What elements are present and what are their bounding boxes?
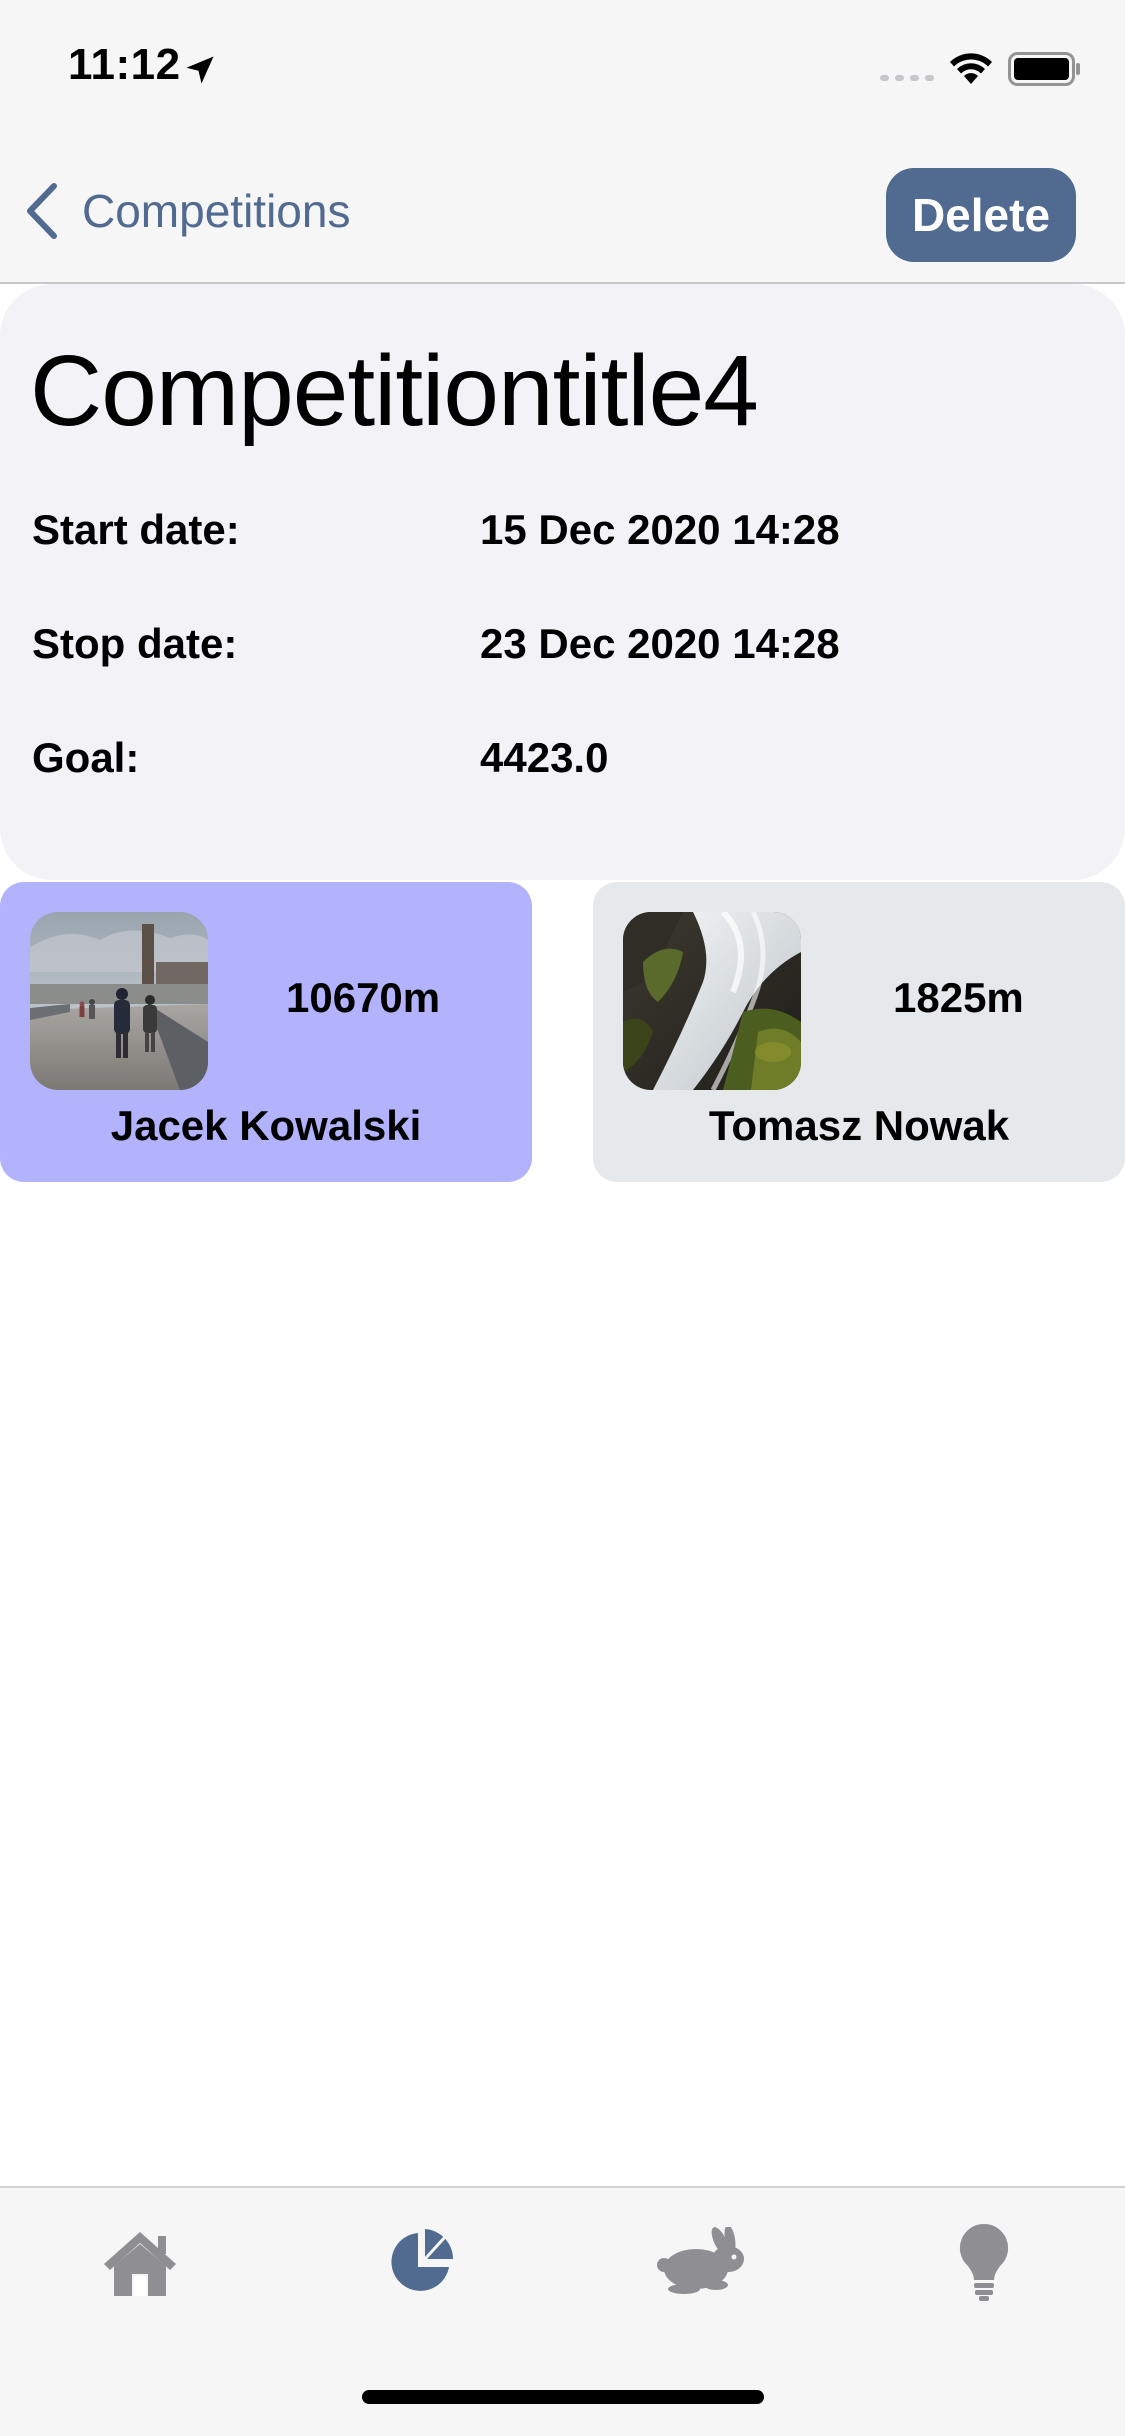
- rabbit-icon: [657, 2227, 744, 2294]
- chevron-left-icon: [27, 183, 57, 239]
- bridge-photo: [30, 912, 208, 1090]
- status-bar: 11:12: [0, 0, 1125, 140]
- stop-date-value: 23 Dec 2020 14:28: [480, 620, 840, 667]
- participant-photo: [30, 912, 208, 1090]
- home-indicator[interactable]: [362, 2390, 764, 2404]
- back-label: Competitions: [82, 185, 351, 237]
- status-time: 11:12: [68, 40, 181, 89]
- tab-tips[interactable]: [924, 2212, 1044, 2312]
- goal-value: 4423.0: [480, 734, 609, 781]
- battery-icon: [1008, 52, 1080, 86]
- back-button[interactable]: Competitions: [22, 176, 350, 246]
- start-date-label: Start date:: [32, 506, 240, 553]
- participant-distance: 1825m: [893, 974, 1024, 1021]
- waterfall-photo: [623, 912, 801, 1090]
- navigation-bar: Competitions Delete: [0, 140, 1125, 284]
- tab-home[interactable]: [80, 2212, 200, 2312]
- delete-button[interactable]: Delete: [886, 168, 1076, 262]
- competition-title: Competitiontitle4: [30, 335, 759, 447]
- location-arrow-icon: [186, 56, 214, 84]
- pie-chart-icon: [391, 2229, 454, 2291]
- tab-statistics[interactable]: [362, 2212, 482, 2312]
- start-date-value: 15 Dec 2020 14:28: [480, 506, 840, 553]
- competition-details-card: Competitiontitle4 Start date: 15 Dec 202…: [0, 284, 1125, 880]
- stop-date-label: Stop date:: [32, 620, 238, 667]
- lightbulb-icon: [959, 2223, 1009, 2301]
- participant-name: Tomasz Nowak: [708, 1102, 1010, 1149]
- competition-detail-screen: 11:12 Competitions Delete Competitiontit…: [0, 0, 1125, 2436]
- participant-name: Jacek Kowalski: [110, 1102, 422, 1149]
- participant-card[interactable]: 1825m Tomasz Nowak: [593, 882, 1125, 1182]
- tab-run[interactable]: [644, 2212, 764, 2312]
- participant-distance: 10670m: [286, 974, 441, 1021]
- goal-label: Goal:: [32, 734, 140, 781]
- cellular-signal-icon: [880, 75, 934, 81]
- participant-card[interactable]: 10670m Jacek Kowalski: [0, 882, 532, 1182]
- wifi-icon: [950, 53, 992, 84]
- participant-photo: [623, 912, 801, 1090]
- house-icon: [104, 2232, 176, 2296]
